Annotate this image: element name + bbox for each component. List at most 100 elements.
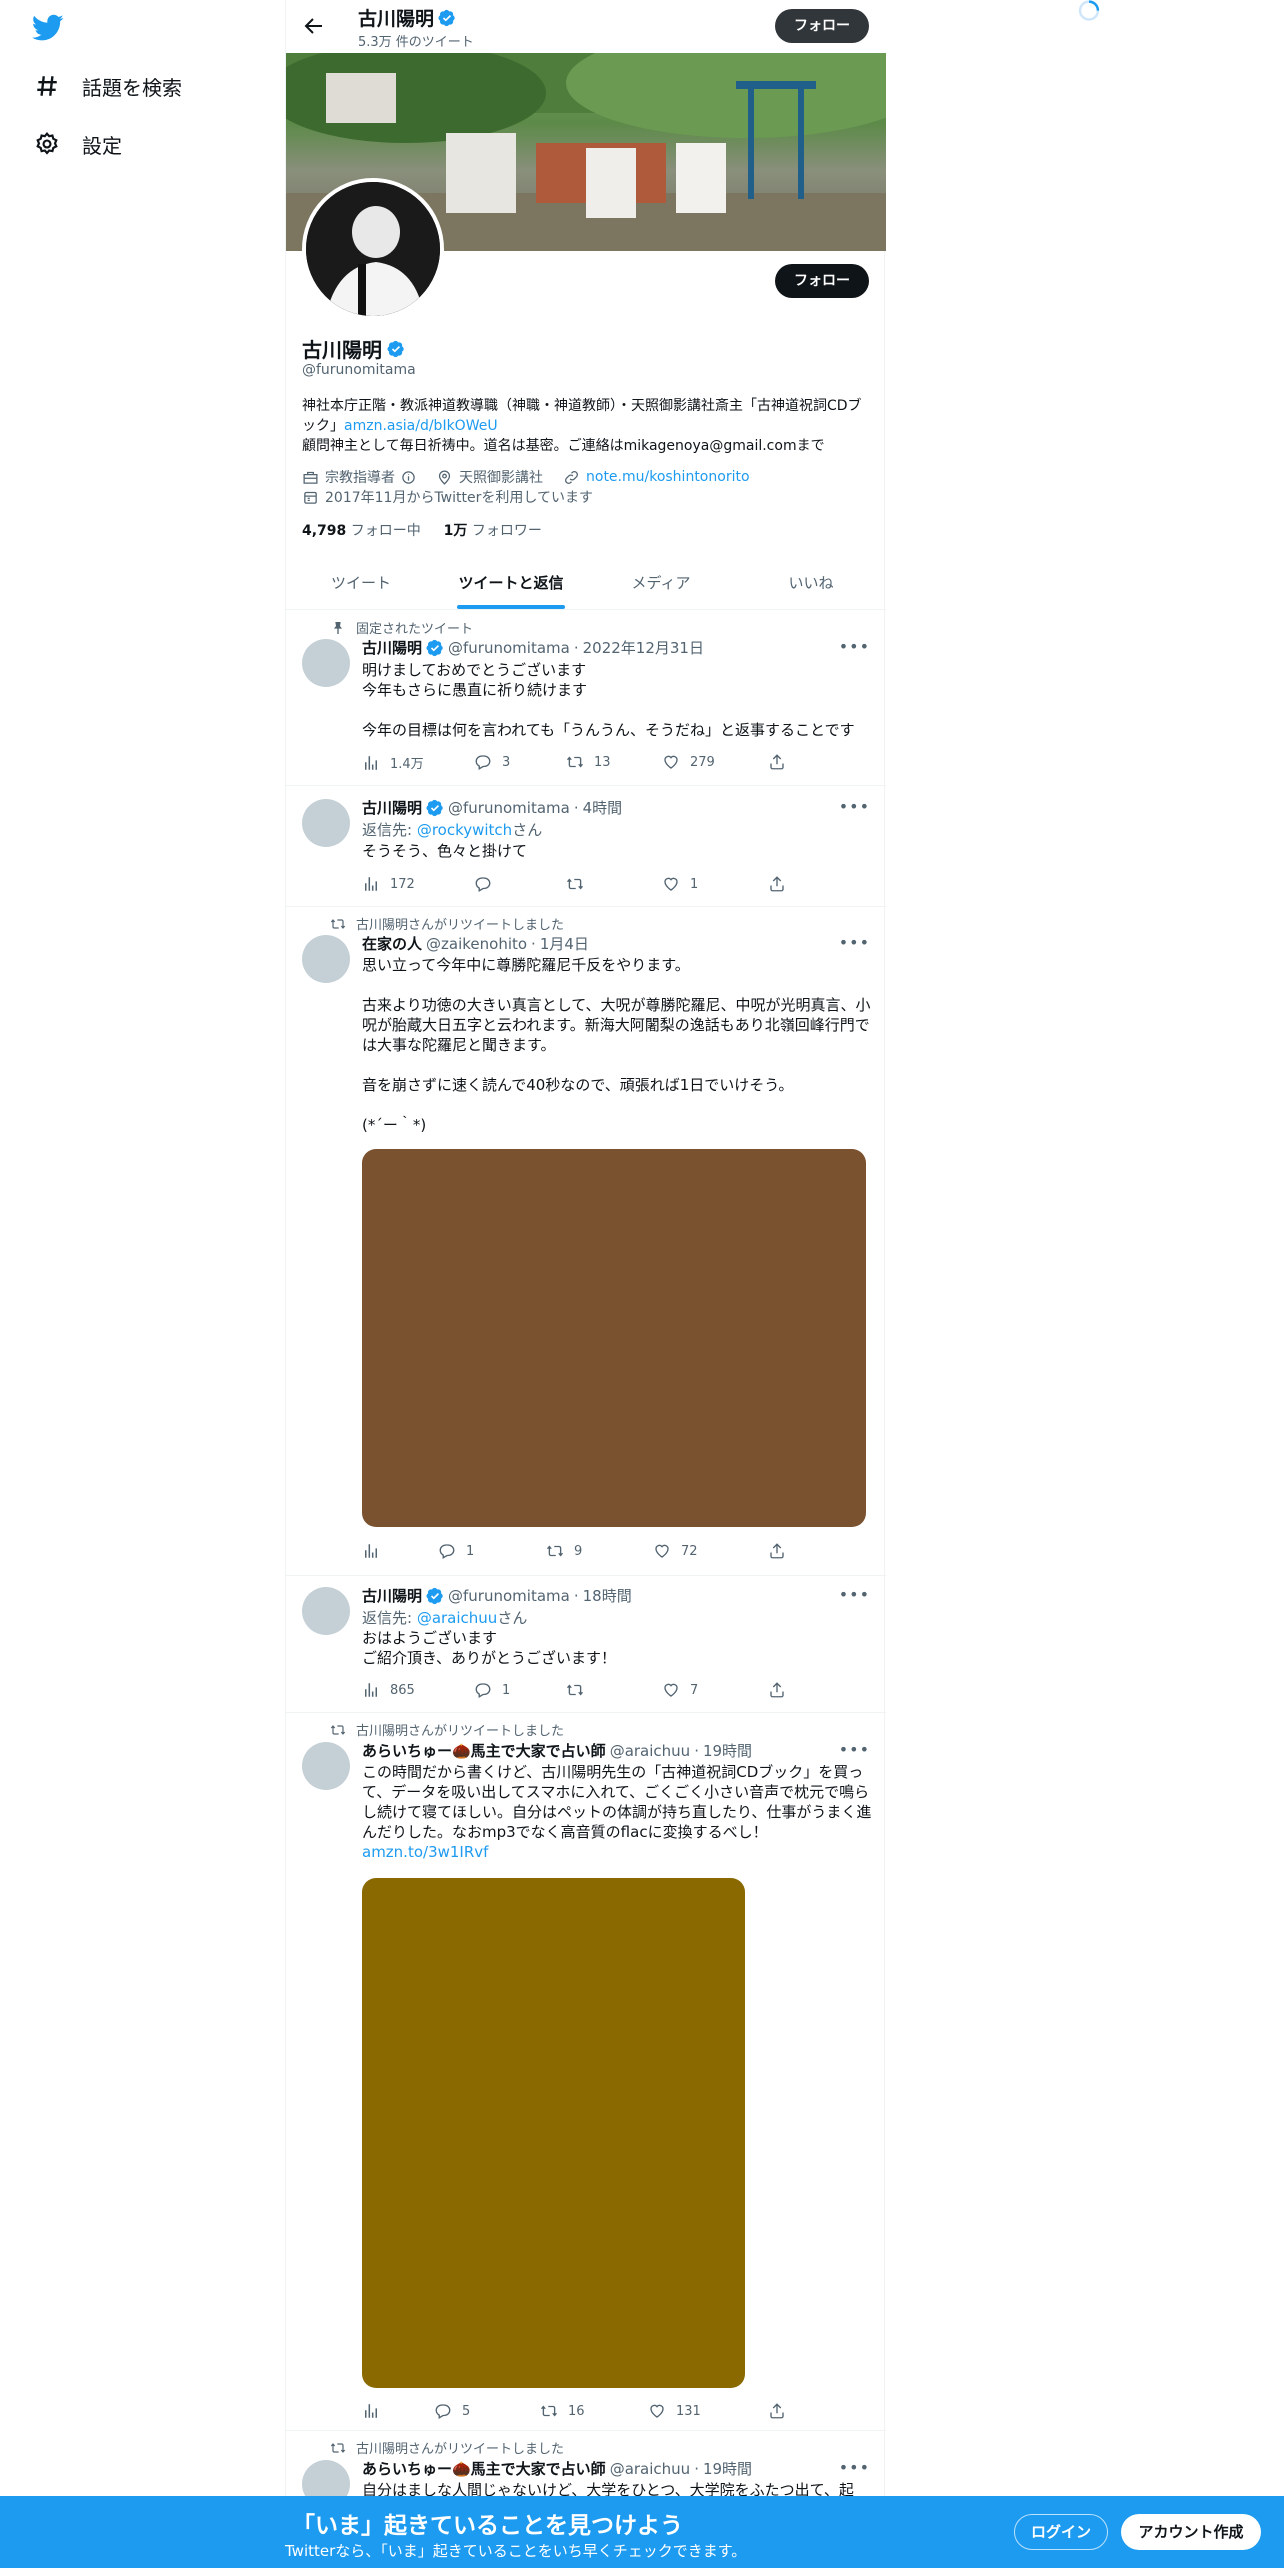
sidebar-item-explore[interactable]: 話題を検索 [34, 66, 182, 106]
reply-icon [474, 753, 492, 771]
tweet[interactable]: 古川陽明 @furunomitama · 18時間 ••• 返信先: @arai… [286, 1577, 886, 1713]
tweet-time[interactable]: 2022年12月31日 [583, 637, 704, 658]
tab-tweets-and-replies[interactable]: ツイートと返信 [436, 556, 586, 609]
more-options-icon[interactable]: ••• [839, 1585, 870, 1604]
share-button[interactable] [768, 1681, 786, 1699]
avatar[interactable] [302, 799, 350, 847]
avatar[interactable] [302, 1587, 350, 1635]
author-handle[interactable]: @zaikenohito [426, 935, 527, 953]
tab-likes[interactable]: いいね [736, 556, 886, 609]
retweet-icon [330, 1722, 346, 1738]
views-button[interactable] [362, 2402, 390, 2420]
like-button[interactable]: 72 [653, 1542, 698, 1560]
tweet-time[interactable]: 1月4日 [540, 933, 589, 954]
tweet-time[interactable]: 18時間 [583, 1585, 632, 1606]
avatar[interactable] [302, 639, 350, 687]
author-name[interactable]: 在家の人 [362, 933, 422, 954]
author-name[interactable]: 古川陽明 [362, 797, 422, 818]
author-handle[interactable]: @araichuu [610, 2460, 691, 2478]
tweet[interactable]: 古川陽明 @furunomitama · 4時間 ••• 返信先: @rocky… [286, 787, 886, 907]
reply-button[interactable]: 1 [438, 1542, 474, 1560]
more-options-icon[interactable]: ••• [839, 933, 870, 952]
back-arrow-icon[interactable] [302, 14, 326, 38]
info-icon[interactable] [401, 470, 416, 485]
reply-to-link[interactable]: @rockywitch [417, 821, 512, 839]
like-button[interactable]: 279 [662, 753, 715, 771]
like-button[interactable]: 1 [662, 875, 698, 893]
tweet-time[interactable]: 19時間 [703, 1740, 752, 1761]
sidebar-item-settings[interactable]: 設定 [34, 124, 122, 164]
profile-follow-button[interactable]: フォロー [775, 264, 869, 298]
tweet[interactable]: 古川陽明さんがリツイートしました あらいちゅー🌰馬主で大家で占い師 @araic… [286, 1714, 886, 2431]
author-handle[interactable]: @furunomitama [448, 1587, 570, 1605]
reply-button[interactable]: 5 [434, 2402, 470, 2420]
following-count: 4,798 [302, 523, 347, 539]
reply-prefix: 返信先: [362, 1609, 417, 1627]
tab-media[interactable]: メディア [586, 556, 736, 609]
retweet-button[interactable]: 16 [540, 2402, 585, 2420]
reply-context: 返信先: @araichuuさん [362, 1607, 527, 1628]
share-button[interactable] [768, 1542, 786, 1560]
tweet-link[interactable]: amzn.to/3w1IRvf [362, 1842, 872, 1862]
following-link[interactable]: 4,798 フォロー中 [302, 523, 421, 539]
profile-tabs: ツイート ツイートと返信 メディア いいね [286, 556, 886, 610]
author-name[interactable]: 古川陽明 [362, 1585, 422, 1606]
tweet-media-image[interactable] [362, 1149, 866, 1527]
reply-to-link[interactable]: @araichuu [417, 1609, 498, 1627]
share-button[interactable] [768, 875, 786, 893]
more-options-icon[interactable]: ••• [839, 2458, 870, 2477]
retweet-button[interactable]: 13 [566, 753, 611, 771]
tweet[interactable]: 古川陽明さんがリツイートしました 在家の人 @zaikenohito · 1月4… [286, 908, 886, 1576]
author-name[interactable]: あらいちゅー🌰馬主で大家で占い師 [362, 1740, 606, 1761]
retweet-button[interactable]: 9 [546, 1542, 582, 1560]
like-count: 131 [676, 2403, 701, 2419]
tweet-media-image[interactable] [362, 1878, 745, 2388]
reply-button[interactable]: 1 [474, 1681, 510, 1699]
reply-prefix: 返信先: [362, 821, 417, 839]
hashtag-icon [37, 76, 57, 96]
signup-button[interactable]: アカウント作成 [1121, 2514, 1261, 2550]
author-handle[interactable]: @furunomitama [448, 799, 570, 817]
views-button[interactable]: 865 [362, 1681, 415, 1699]
tweet-text: 思い立って今年中に尊勝陀羅尼千反をやります。 古来より功徳の大きい真言として、大… [362, 956, 871, 1134]
header-follow-button[interactable]: フォロー [775, 9, 869, 43]
tweet-time[interactable]: 19時間 [703, 2458, 752, 2479]
retweet-button[interactable] [566, 1681, 594, 1699]
like-button[interactable]: 131 [648, 2402, 701, 2420]
more-options-icon[interactable]: ••• [839, 1740, 870, 1759]
reply-button[interactable] [474, 875, 502, 893]
more-options-icon[interactable]: ••• [839, 797, 870, 816]
share-button[interactable] [768, 753, 786, 771]
reply-suffix: さん [497, 1609, 528, 1627]
twitter-logo-icon[interactable] [32, 14, 64, 42]
reply-button[interactable]: 3 [474, 753, 510, 771]
retweet-button[interactable] [566, 875, 594, 893]
views-button[interactable]: 1.4万 [362, 753, 424, 772]
profile-category: 宗教指導者 [325, 470, 395, 486]
following-label: フォロー中 [350, 523, 421, 539]
author-name[interactable]: あらいちゅー🌰馬主で大家で占い師 [362, 2458, 606, 2479]
author-handle[interactable]: @araichuu [610, 1742, 691, 1760]
bio-link[interactable]: amzn.asia/d/bIkOWeU [344, 418, 498, 434]
views-count: 865 [390, 1682, 415, 1698]
tab-tweets[interactable]: ツイート [286, 556, 436, 609]
profile-website-link[interactable]: note.mu/koshintonorito [586, 469, 750, 485]
followers-link[interactable]: 1万 フォロワー [444, 523, 542, 539]
tweet[interactable]: 固定されたツイート 古川陽明 @furunomitama · 2022年12月3… [286, 611, 886, 786]
login-button[interactable]: ログイン [1014, 2514, 1108, 2550]
heart-icon [662, 1681, 680, 1699]
heart-icon [662, 753, 680, 771]
tweet-time[interactable]: 4時間 [583, 797, 623, 818]
profile-avatar[interactable] [302, 178, 444, 320]
avatar[interactable] [302, 935, 350, 983]
author-name[interactable]: 古川陽明 [362, 637, 422, 658]
profile-meta-row: 宗教指導者 天照御影講社 note.mu/koshintonorito [302, 467, 750, 487]
like-count: 1 [690, 876, 699, 892]
like-button[interactable]: 7 [662, 1681, 698, 1699]
more-options-icon[interactable]: ••• [839, 637, 870, 656]
share-button[interactable] [768, 2402, 786, 2420]
views-button[interactable]: 172 [362, 875, 415, 893]
avatar[interactable] [302, 1742, 350, 1790]
views-button[interactable] [362, 1542, 390, 1560]
author-handle[interactable]: @furunomitama [448, 639, 570, 657]
